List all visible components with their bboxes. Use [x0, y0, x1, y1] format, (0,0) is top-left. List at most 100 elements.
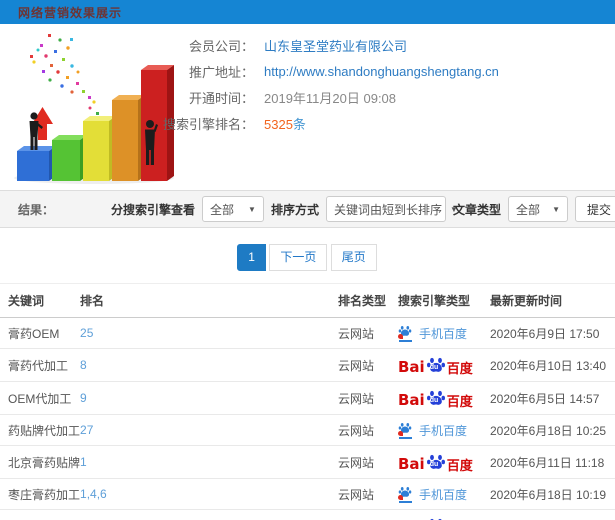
keyword-cell: 膏药OEM: [0, 317, 81, 349]
mobile-baidu-engine: 手机百度: [397, 485, 467, 503]
engine-rank-label: 搜索引擎排名：: [162, 116, 254, 132]
article-type-select[interactable]: 全部 ▼: [508, 196, 568, 222]
page-title: 网络营销效果展示: [18, 5, 123, 20]
info-row-rank-count: 搜索引擎排名： 5325条: [150, 110, 499, 136]
mobile-baidu-icon: [397, 485, 414, 503]
table-body: 膏药OEM 25 云网站 手机百度 2020年6月9日 17:50 膏药代加工 …: [0, 317, 615, 520]
company-link[interactable]: 山东皇圣堂药业有限公司: [264, 36, 407, 55]
rank-cell: 1: [80, 445, 338, 479]
baidu-logo-bai: Bai: [397, 455, 425, 473]
table-row: 枣庄膏药加工 1,4,6 云网站 手机百度 2020年6月18日 10:19: [0, 478, 615, 510]
updated-cell: 2020年6月10日 13:40: [489, 348, 615, 382]
engine-type-cell: Baidu百度: [397, 348, 490, 382]
updated-cell: 2020年6月9日 17:50: [489, 317, 615, 349]
article-type-value: 全部: [516, 202, 541, 217]
rank-type-cell: 云网站: [338, 317, 398, 349]
bar-orange: [112, 95, 145, 181]
open-time-label: 开通时间：: [188, 90, 254, 106]
rank-link[interactable]: 8: [80, 358, 87, 372]
table-row: 北京膏药贴牌 1 云网站 Bai du 百度 2020年6月11日 11:18: [0, 445, 615, 479]
col-rank: 排名: [80, 283, 338, 318]
pagination-next[interactable]: 下一页: [269, 244, 328, 271]
chevron-down-icon: ▼: [552, 204, 560, 214]
company-label: 会员公司：: [188, 38, 254, 54]
engine-type-cell: Baidu百度: [397, 509, 490, 520]
updated-cell: 2020年5月29日 10:32: [489, 509, 615, 520]
rank-link[interactable]: 9: [80, 391, 87, 405]
keyword-cell: 药贴牌代加工: [0, 414, 81, 446]
rank-cell: 9: [80, 381, 338, 415]
bar-blue: [17, 146, 56, 181]
mobile-baidu-red-accent: [397, 431, 403, 436]
submit-button[interactable]: 提交: [575, 196, 615, 222]
updated-cell: 2020年6月11日 11:18: [489, 445, 615, 479]
baidu-paw-icon: du: [426, 516, 446, 520]
engine-filter-select[interactable]: 全部 ▼: [201, 196, 264, 222]
engine-type-cell: Baidu 百度: [397, 381, 490, 415]
rank-cell: 8: [80, 348, 338, 382]
rank-type-cell: 云网站: [338, 348, 398, 382]
table-row: 医疗器械厂家 4 云网站 Baidu百度 2020年5月29日 10:32: [0, 509, 615, 520]
rank-link[interactable]: 1,4,6: [80, 487, 107, 501]
rank-link[interactable]: 25: [80, 326, 93, 340]
mobile-baidu-engine: 手机百度: [397, 421, 467, 439]
mobile-baidu-red-accent: [397, 334, 403, 339]
mobile-baidu-icon: [397, 324, 414, 342]
filter-controls: 分搜索引擎查看 全部 ▼ 排序方式 关键词由短到长排序 ▼ 文章类型 全部 ▼ …: [111, 191, 615, 227]
updated-cell: 2020年6月18日 10:25: [489, 414, 615, 446]
pagination-page-1[interactable]: 1: [237, 244, 266, 271]
updated-cell: 2020年6月18日 10:19: [489, 478, 615, 510]
article-type-label: 文章类型: [452, 202, 501, 217]
mobile-baidu-underline: [398, 501, 412, 503]
mobile-baidu-label: 手机百度: [418, 326, 467, 341]
table-row: 药贴牌代加工 27 云网站 手机百度 2020年6月18日 10:25: [0, 414, 615, 446]
confetti: [30, 34, 99, 115]
baidu-logo: Baidu百度: [398, 516, 473, 520]
engine-type-cell: 手机百度: [397, 478, 490, 510]
baidu-logo-du: du: [429, 364, 439, 371]
rank-cell: 27: [80, 414, 338, 446]
sort-value: 关键词由短到长排序: [333, 202, 442, 217]
title-bar: 网络营销效果展示: [0, 0, 615, 24]
baidu-logo: Baidu百度: [398, 452, 473, 472]
mobile-baidu-underline: [398, 340, 412, 342]
mobile-baidu-engine: 手机百度: [397, 324, 467, 342]
baidu-logo-cn: 百度: [446, 458, 473, 473]
table-row: OEM代加工 9 云网站 Bai du 百度 2020年6月5日 14:57: [0, 381, 615, 415]
rank-link[interactable]: 1: [80, 455, 87, 469]
engine-filter-value: 全部: [209, 202, 234, 217]
keyword-cell: 膏药代加工: [0, 348, 81, 382]
keyword-cell: 北京膏药贴牌: [0, 445, 81, 479]
bar-yellow: [83, 116, 116, 181]
engine-type-cell: Baidu百度: [397, 445, 490, 479]
rank-link[interactable]: 27: [80, 423, 93, 437]
table-row: 膏药代加工 8 云网站 Bai du 百度 2020年6月10日 13:40: [0, 348, 615, 382]
promo-url-link[interactable]: http://www.shandonghuangshengtang.cn: [264, 64, 499, 79]
baidu-logo-du: du: [429, 397, 439, 404]
engine-filter-label: 分搜索引擎查看: [110, 202, 195, 217]
sort-select[interactable]: 关键词由短到长排序 ▼: [325, 196, 458, 222]
mobile-baidu-label: 手机百度: [418, 487, 467, 502]
baidu-logo: Baidu百度: [398, 355, 473, 375]
baidu-logo-bai: Bai: [397, 391, 425, 409]
engine-type-cell: 手机百度: [397, 317, 490, 349]
table-row: 膏药OEM 25 云网站 手机百度 2020年6月9日 17:50: [0, 317, 615, 349]
baidu-logo-cn: 百度: [446, 394, 473, 409]
result-label: 结果：: [18, 202, 55, 217]
baidu-logo-bai: Bai: [397, 358, 425, 376]
updated-cell: 2020年6月5日 14:57: [489, 381, 615, 415]
info-row-opened: 开通时间： 2019年11月20日 09:08: [150, 84, 499, 110]
keyword-cell: 枣庄膏药加工: [0, 478, 81, 510]
company-info-section: 会员公司： 山东皇圣堂药业有限公司 推广地址： http://www.shand…: [0, 24, 615, 190]
col-updated: 最新更新时间: [489, 283, 615, 318]
sort-label: 排序方式: [270, 202, 319, 217]
filter-bar: 结果： 分搜索引擎查看 全部 ▼ 排序方式 关键词由短到长排序 ▼ 文章类型 全…: [0, 190, 615, 228]
promo-url-label: 推广地址：: [188, 64, 254, 80]
col-keyword: 关键词: [0, 283, 81, 318]
baidu-paw-icon: du: [426, 355, 446, 375]
open-time-value: 2019年11月20日 09:08: [264, 90, 397, 106]
info-row-company: 会员公司： 山东皇圣堂药业有限公司: [150, 32, 499, 58]
rank-cell: 4: [80, 509, 338, 520]
pagination-last[interactable]: 尾页: [330, 244, 377, 271]
rank-type-cell: 云网站: [338, 478, 398, 510]
